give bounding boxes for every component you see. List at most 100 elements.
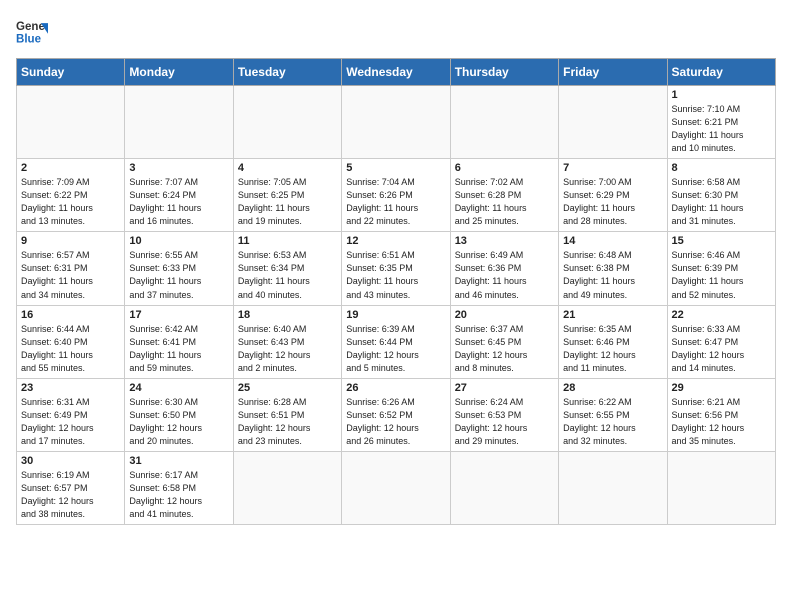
calendar-cell bbox=[667, 451, 775, 524]
day-info: Sunrise: 6:37 AM Sunset: 6:45 PM Dayligh… bbox=[455, 323, 554, 375]
header: General Blue bbox=[16, 16, 776, 48]
day-info: Sunrise: 7:04 AM Sunset: 6:26 PM Dayligh… bbox=[346, 176, 445, 228]
day-info: Sunrise: 6:35 AM Sunset: 6:46 PM Dayligh… bbox=[563, 323, 662, 375]
day-number: 8 bbox=[672, 162, 771, 174]
weekday-header-tuesday: Tuesday bbox=[233, 59, 341, 86]
weekday-header-thursday: Thursday bbox=[450, 59, 558, 86]
calendar-week-3: 16 Sunrise: 6:44 AM Sunset: 6:40 PM Dayli… bbox=[17, 305, 776, 378]
calendar-week-0: 1Sunrise: 7:10 AM Sunset: 6:21 PM Daylig… bbox=[17, 86, 776, 159]
calendar-cell: 15Sunrise: 6:46 AM Sunset: 6:39 PM Dayli… bbox=[667, 232, 775, 305]
calendar-cell bbox=[559, 86, 667, 159]
calendar-cell bbox=[17, 86, 125, 159]
calendar-cell: 9 Sunrise: 6:57 AM Sunset: 6:31 PM Daylig… bbox=[17, 232, 125, 305]
weekday-header-friday: Friday bbox=[559, 59, 667, 86]
calendar-cell: 18 Sunrise: 6:40 AM Sunset: 6:43 PM Dayli… bbox=[233, 305, 341, 378]
svg-text:General: General bbox=[16, 21, 48, 33]
day-info: Sunrise: 6:31 AM Sunset: 6:49 PM Dayligh… bbox=[21, 396, 120, 448]
day-info: Sunrise: 6:21 AM Sunset: 6:56 PM Dayligh… bbox=[672, 396, 771, 448]
day-number: 10 bbox=[129, 235, 228, 247]
day-number: 17 bbox=[129, 309, 228, 321]
day-number: 16 bbox=[21, 309, 120, 321]
day-info: Sunrise: 6:51 AM Sunset: 6:35 PM Dayligh… bbox=[346, 249, 445, 301]
calendar-cell bbox=[233, 86, 341, 159]
calendar-cell: 1Sunrise: 7:10 AM Sunset: 6:21 PM Daylig… bbox=[667, 86, 775, 159]
day-number: 12 bbox=[346, 235, 445, 247]
calendar-week-5: 30Sunrise: 6:19 AM Sunset: 6:57 PM Dayli… bbox=[17, 451, 776, 524]
day-number: 19 bbox=[346, 309, 445, 321]
day-info: Sunrise: 6:42 AM Sunset: 6:41 PM Dayligh… bbox=[129, 323, 228, 375]
calendar-cell: 14 Sunrise: 6:48 AM Sunset: 6:38 PM Dayli… bbox=[559, 232, 667, 305]
calendar-cell: 4 Sunrise: 7:05 AM Sunset: 6:25 PM Daylig… bbox=[233, 159, 341, 232]
calendar-cell bbox=[342, 86, 450, 159]
calendar-cell: 27Sunrise: 6:24 AM Sunset: 6:53 PM Dayli… bbox=[450, 378, 558, 451]
day-number: 14 bbox=[563, 235, 662, 247]
calendar-cell bbox=[125, 86, 233, 159]
svg-text:Blue: Blue bbox=[16, 34, 42, 46]
calendar-week-1: 2Sunrise: 7:09 AM Sunset: 6:22 PM Daylig… bbox=[17, 159, 776, 232]
day-number: 5 bbox=[346, 162, 445, 174]
calendar-cell: 2Sunrise: 7:09 AM Sunset: 6:22 PM Daylig… bbox=[17, 159, 125, 232]
calendar-cell bbox=[342, 451, 450, 524]
day-info: Sunrise: 6:33 AM Sunset: 6:47 PM Dayligh… bbox=[672, 323, 771, 375]
day-number: 29 bbox=[672, 382, 771, 394]
day-number: 20 bbox=[455, 309, 554, 321]
calendar-cell: 24 Sunrise: 6:30 AM Sunset: 6:50 PM Dayli… bbox=[125, 378, 233, 451]
calendar-cell: 25 Sunrise: 6:28 AM Sunset: 6:51 PM Dayli… bbox=[233, 378, 341, 451]
calendar-cell bbox=[450, 451, 558, 524]
weekday-row: SundayMondayTuesdayWednesdayThursdayFrid… bbox=[17, 59, 776, 86]
day-info: Sunrise: 6:48 AM Sunset: 6:38 PM Dayligh… bbox=[563, 249, 662, 301]
day-number: 24 bbox=[129, 382, 228, 394]
day-info: Sunrise: 6:22 AM Sunset: 6:55 PM Dayligh… bbox=[563, 396, 662, 448]
calendar-body: 1Sunrise: 7:10 AM Sunset: 6:21 PM Daylig… bbox=[17, 86, 776, 525]
day-number: 28 bbox=[563, 382, 662, 394]
weekday-header-monday: Monday bbox=[125, 59, 233, 86]
day-number: 6 bbox=[455, 162, 554, 174]
day-number: 7 bbox=[563, 162, 662, 174]
day-number: 9 bbox=[21, 235, 120, 247]
weekday-header-wednesday: Wednesday bbox=[342, 59, 450, 86]
day-info: Sunrise: 6:30 AM Sunset: 6:50 PM Dayligh… bbox=[129, 396, 228, 448]
day-info: Sunrise: 6:26 AM Sunset: 6:52 PM Dayligh… bbox=[346, 396, 445, 448]
calendar-cell: 26 Sunrise: 6:26 AM Sunset: 6:52 PM Dayli… bbox=[342, 378, 450, 451]
day-info: Sunrise: 6:19 AM Sunset: 6:57 PM Dayligh… bbox=[21, 469, 120, 521]
day-info: Sunrise: 6:49 AM Sunset: 6:36 PM Dayligh… bbox=[455, 249, 554, 301]
day-info: Sunrise: 6:44 AM Sunset: 6:40 PM Dayligh… bbox=[21, 323, 120, 375]
calendar-cell: 10Sunrise: 6:55 AM Sunset: 6:33 PM Dayli… bbox=[125, 232, 233, 305]
calendar-cell: 3 Sunrise: 7:07 AM Sunset: 6:24 PM Daylig… bbox=[125, 159, 233, 232]
calendar-cell: 23 Sunrise: 6:31 AM Sunset: 6:49 PM Dayli… bbox=[17, 378, 125, 451]
day-number: 3 bbox=[129, 162, 228, 174]
calendar-cell: 31 Sunrise: 6:17 AM Sunset: 6:58 PM Dayli… bbox=[125, 451, 233, 524]
day-info: Sunrise: 6:17 AM Sunset: 6:58 PM Dayligh… bbox=[129, 469, 228, 521]
day-number: 18 bbox=[238, 309, 337, 321]
day-info: Sunrise: 7:09 AM Sunset: 6:22 PM Dayligh… bbox=[21, 176, 120, 228]
day-number: 22 bbox=[672, 309, 771, 321]
day-number: 11 bbox=[238, 235, 337, 247]
logo: General Blue bbox=[16, 16, 58, 48]
day-number: 1 bbox=[672, 89, 771, 101]
day-number: 23 bbox=[21, 382, 120, 394]
day-info: Sunrise: 7:00 AM Sunset: 6:29 PM Dayligh… bbox=[563, 176, 662, 228]
day-info: Sunrise: 7:02 AM Sunset: 6:28 PM Dayligh… bbox=[455, 176, 554, 228]
day-info: Sunrise: 6:40 AM Sunset: 6:43 PM Dayligh… bbox=[238, 323, 337, 375]
calendar-cell: 19Sunrise: 6:39 AM Sunset: 6:44 PM Dayli… bbox=[342, 305, 450, 378]
day-number: 26 bbox=[346, 382, 445, 394]
day-number: 15 bbox=[672, 235, 771, 247]
day-info: Sunrise: 6:58 AM Sunset: 6:30 PM Dayligh… bbox=[672, 176, 771, 228]
calendar-cell: 16 Sunrise: 6:44 AM Sunset: 6:40 PM Dayli… bbox=[17, 305, 125, 378]
calendar-cell: 13 Sunrise: 6:49 AM Sunset: 6:36 PM Dayli… bbox=[450, 232, 558, 305]
day-number: 25 bbox=[238, 382, 337, 394]
calendar-header: SundayMondayTuesdayWednesdayThursdayFrid… bbox=[17, 59, 776, 86]
calendar-cell: 28 Sunrise: 6:22 AM Sunset: 6:55 PM Dayli… bbox=[559, 378, 667, 451]
day-number: 31 bbox=[129, 455, 228, 467]
day-info: Sunrise: 7:07 AM Sunset: 6:24 PM Dayligh… bbox=[129, 176, 228, 228]
day-number: 4 bbox=[238, 162, 337, 174]
day-info: Sunrise: 6:57 AM Sunset: 6:31 PM Dayligh… bbox=[21, 249, 120, 301]
day-number: 13 bbox=[455, 235, 554, 247]
calendar-week-4: 23 Sunrise: 6:31 AM Sunset: 6:49 PM Dayli… bbox=[17, 378, 776, 451]
day-info: Sunrise: 6:28 AM Sunset: 6:51 PM Dayligh… bbox=[238, 396, 337, 448]
calendar-table: SundayMondayTuesdayWednesdayThursdayFrid… bbox=[16, 58, 776, 525]
logo-icon: General Blue bbox=[16, 16, 48, 48]
calendar-cell: 17 Sunrise: 6:42 AM Sunset: 6:41 PM Dayli… bbox=[125, 305, 233, 378]
day-info: Sunrise: 7:05 AM Sunset: 6:25 PM Dayligh… bbox=[238, 176, 337, 228]
calendar-cell: 21Sunrise: 6:35 AM Sunset: 6:46 PM Dayli… bbox=[559, 305, 667, 378]
